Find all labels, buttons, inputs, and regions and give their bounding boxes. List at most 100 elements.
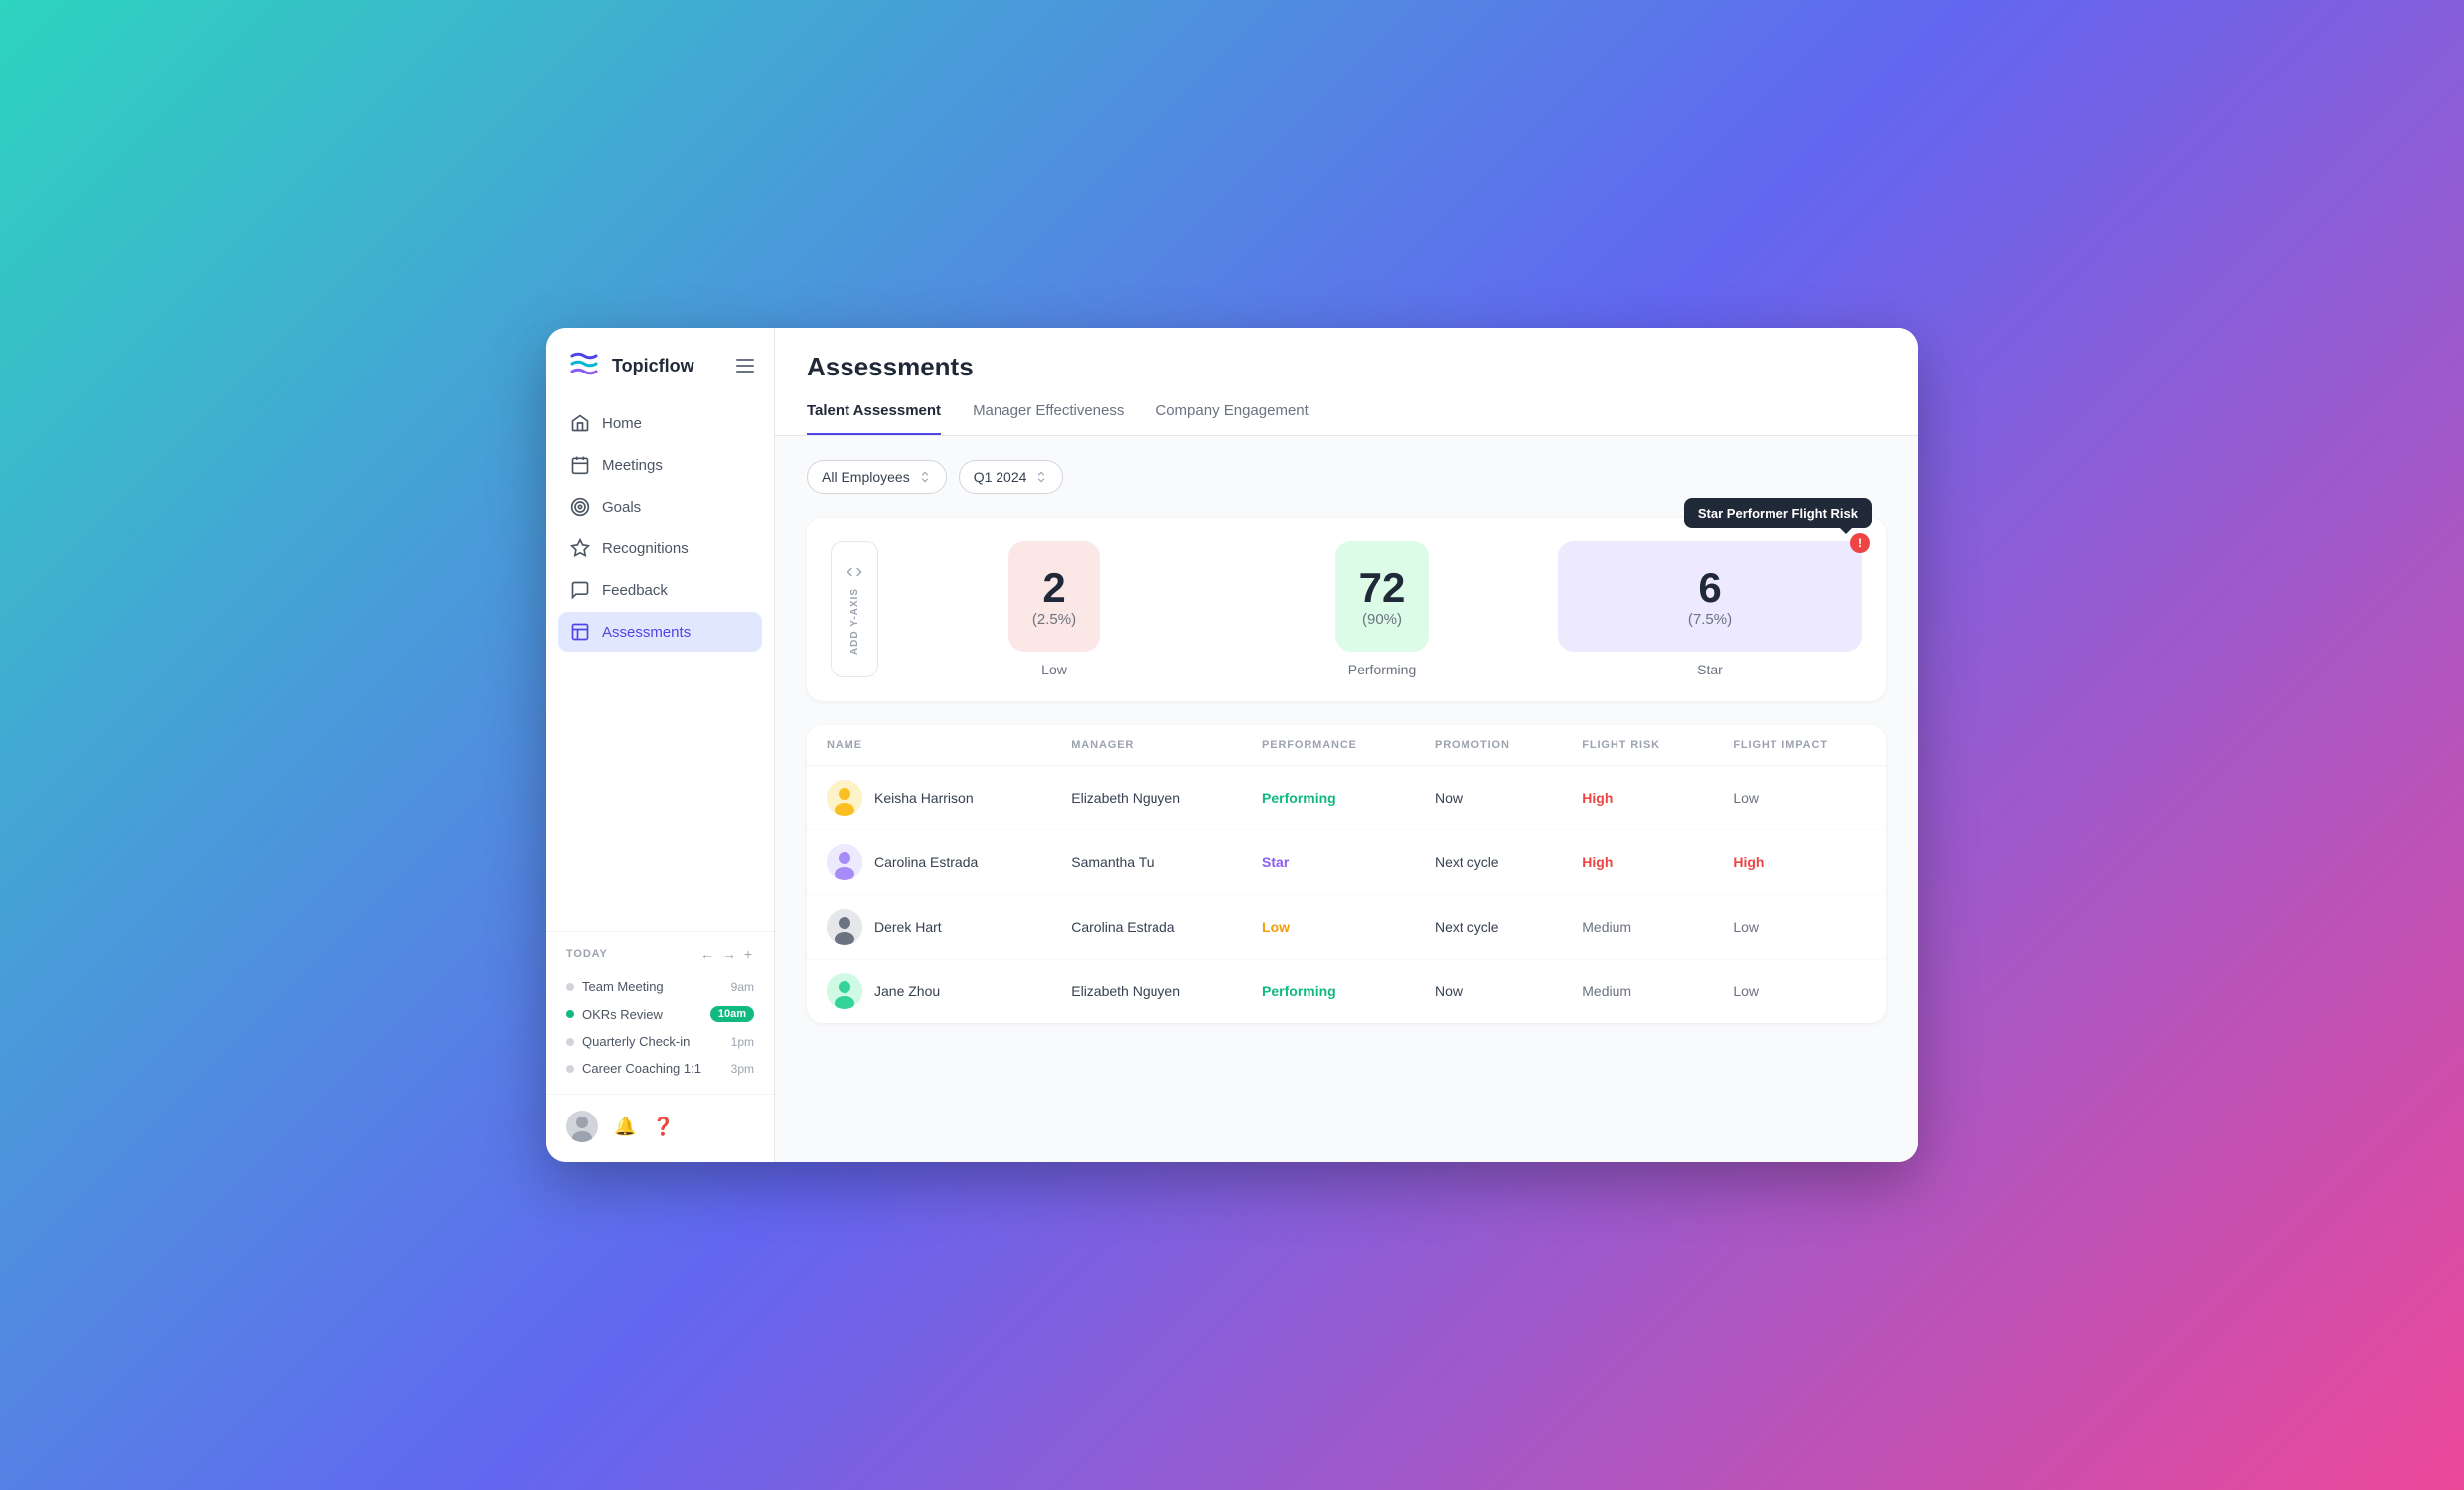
stat-performing-label: Performing — [1348, 662, 1416, 677]
home-label: Home — [602, 415, 642, 432]
table-row[interactable]: Jane Zhou Elizabeth Nguyen Performing No… — [807, 960, 1886, 1024]
meeting-dot — [566, 1010, 574, 1018]
stat-low-pct: (2.5%) — [1032, 611, 1076, 628]
next-day-button[interactable]: → — [720, 944, 738, 964]
sidebar-item-recognitions[interactable]: Recognitions — [558, 528, 762, 568]
col-performance: PERFORMANCE — [1242, 725, 1415, 766]
stat-card-star: 6 (7.5%) ! — [1558, 541, 1862, 652]
table-body: Keisha Harrison Elizabeth Nguyen Perform… — [807, 766, 1886, 1024]
calendar-icon — [570, 455, 590, 475]
notifications-icon[interactable]: 🔔 — [614, 1117, 636, 1137]
stat-low-value: 2 — [1042, 565, 1065, 611]
cell-flight-risk: Medium — [1562, 960, 1713, 1024]
employee-avatar — [827, 780, 862, 816]
meetings-label: Meetings — [602, 457, 663, 474]
today-section: TODAY ← → + Team Meeting 9am OKRs Review… — [546, 931, 774, 1094]
cell-performance: Performing — [1242, 766, 1415, 830]
meeting-time: 1pm — [731, 1035, 754, 1049]
employee-name: Jane Zhou — [874, 983, 940, 999]
period-filter-value: Q1 2024 — [974, 469, 1027, 485]
recognitions-label: Recognitions — [602, 540, 689, 557]
chat-icon — [570, 580, 590, 600]
cell-promotion: Now — [1415, 766, 1562, 830]
meeting-name: Team Meeting — [582, 979, 723, 994]
goals-label: Goals — [602, 499, 641, 516]
chevron-up-down-icon-2 — [1034, 470, 1048, 484]
cell-promotion: Now — [1415, 960, 1562, 1024]
cell-promotion: Next cycle — [1415, 830, 1562, 895]
tab-company-engagement[interactable]: Company Engagement — [1155, 402, 1308, 435]
app-name: Topicflow — [612, 356, 694, 376]
y-axis-label: ADD Y-AXIS — [849, 588, 860, 655]
employees-filter[interactable]: All Employees — [807, 460, 947, 494]
cell-performance: Performing — [1242, 960, 1415, 1024]
table-row[interactable]: Keisha Harrison Elizabeth Nguyen Perform… — [807, 766, 1886, 830]
cell-name: Jane Zhou — [807, 960, 1051, 1024]
stat-card-low-wrapper: 2 (2.5%) Low — [902, 541, 1206, 677]
cell-manager: Elizabeth Nguyen — [1051, 766, 1242, 830]
col-promotion: PROMOTION — [1415, 725, 1562, 766]
stat-performing-pct: (90%) — [1362, 611, 1402, 628]
main-content: Assessments Talent Assessment Manager Ef… — [775, 328, 1918, 1162]
alert-dot: ! — [1850, 533, 1870, 553]
today-label: TODAY — [566, 948, 691, 960]
sidebar-item-feedback[interactable]: Feedback — [558, 570, 762, 610]
tab-manager-effectiveness[interactable]: Manager Effectiveness — [973, 402, 1124, 435]
user-avatar[interactable] — [566, 1111, 598, 1142]
nav-menu: Home Meetings Goals Recogn — [546, 403, 774, 931]
today-navigation: ← → + — [698, 944, 754, 964]
sidebar-item-meetings[interactable]: Meetings — [558, 445, 762, 485]
meeting-badge: 10am — [710, 1006, 754, 1022]
employee-name: Keisha Harrison — [874, 790, 974, 806]
cell-manager: Samantha Tu — [1051, 830, 1242, 895]
col-flight-risk: FLIGHT RISK — [1562, 725, 1713, 766]
help-icon[interactable]: ❓ — [652, 1117, 674, 1137]
sidebar-item-goals[interactable]: Goals — [558, 487, 762, 526]
employees-filter-value: All Employees — [822, 469, 910, 485]
period-filter[interactable]: Q1 2024 — [959, 460, 1064, 494]
tab-talent-assessment[interactable]: Talent Assessment — [807, 402, 941, 435]
stat-star-pct: (7.5%) — [1688, 611, 1732, 628]
meeting-item-team[interactable]: Team Meeting 9am — [566, 973, 754, 1000]
cell-flight-impact: High — [1713, 830, 1886, 895]
sidebar-footer: 🔔 ❓ — [546, 1094, 774, 1142]
stat-card-low: 2 (2.5%) — [1008, 541, 1100, 652]
table-row[interactable]: Derek Hart Carolina Estrada Low Next cyc… — [807, 895, 1886, 960]
add-meeting-button[interactable]: + — [742, 944, 754, 964]
add-y-axis-button[interactable]: ADD Y-AXIS — [831, 541, 878, 677]
cell-name: Derek Hart — [807, 895, 1051, 960]
meeting-item-okrs[interactable]: OKRs Review 10am — [566, 1000, 754, 1028]
meeting-name: Quarterly Check-in — [582, 1034, 723, 1049]
meeting-item-career[interactable]: Career Coaching 1:1 3pm — [566, 1055, 754, 1082]
meeting-dot — [566, 1065, 574, 1073]
cell-flight-risk: High — [1562, 830, 1713, 895]
meeting-item-quarterly[interactable]: Quarterly Check-in 1pm — [566, 1028, 754, 1055]
employee-table: NAME MANAGER PERFORMANCE PROMOTION FLIGH… — [807, 725, 1886, 1023]
stat-star-label: Star — [1697, 662, 1723, 677]
filters-row: All Employees Q1 2024 — [807, 460, 1886, 494]
tooltip-text: Star Performer Flight Risk — [1684, 498, 1872, 528]
data-table: NAME MANAGER PERFORMANCE PROMOTION FLIGH… — [807, 725, 1886, 1023]
logo-area: Topicflow — [546, 348, 774, 403]
tabs-bar: Talent Assessment Manager Effectiveness … — [807, 402, 1886, 435]
star-icon — [570, 538, 590, 558]
stat-performing-value: 72 — [1359, 565, 1406, 611]
cell-flight-impact: Low — [1713, 960, 1886, 1024]
cell-performance: Star — [1242, 830, 1415, 895]
table-row[interactable]: Carolina Estrada Samantha Tu Star Next c… — [807, 830, 1886, 895]
cell-flight-risk: Medium — [1562, 895, 1713, 960]
cell-name: Carolina Estrada — [807, 830, 1051, 895]
employee-avatar — [827, 844, 862, 880]
sidebar-item-assessments[interactable]: Assessments — [558, 612, 762, 652]
prev-day-button[interactable]: ← — [698, 944, 716, 964]
cell-manager: Elizabeth Nguyen — [1051, 960, 1242, 1024]
hamburger-button[interactable] — [736, 359, 754, 372]
sidebar-item-home[interactable]: Home — [558, 403, 762, 443]
cell-performance: Low — [1242, 895, 1415, 960]
table-header: NAME MANAGER PERFORMANCE PROMOTION FLIGH… — [807, 725, 1886, 766]
cell-flight-risk: High — [1562, 766, 1713, 830]
sidebar: Topicflow Home Meetings — [546, 328, 775, 1162]
stat-card-performing: 72 (90%) — [1335, 541, 1430, 652]
meeting-dot — [566, 1038, 574, 1046]
col-manager: MANAGER — [1051, 725, 1242, 766]
